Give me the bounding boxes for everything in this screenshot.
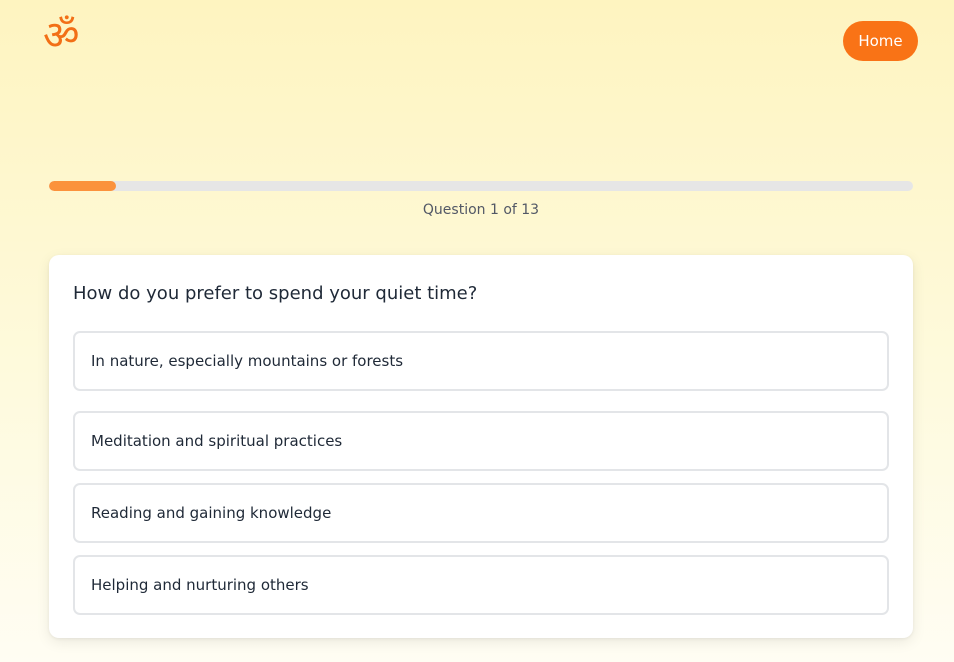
answer-option[interactable]: In nature, especially mountains or fores… <box>73 331 889 391</box>
om-logo[interactable]: ॐ <box>43 12 79 60</box>
progress-fill <box>49 181 116 191</box>
answer-option[interactable]: Helping and nurturing others <box>73 555 889 615</box>
progress-bar <box>49 181 913 191</box>
question-text: How do you prefer to spend your quiet ti… <box>73 283 478 304</box>
question-card: How do you prefer to spend your quiet ti… <box>49 255 913 638</box>
answer-option[interactable]: Meditation and spiritual practices <box>73 411 889 471</box>
home-button[interactable]: Home <box>843 21 918 61</box>
progress-label: Question 1 of 13 <box>422 202 540 218</box>
answer-option[interactable]: Reading and gaining knowledge <box>73 483 889 543</box>
